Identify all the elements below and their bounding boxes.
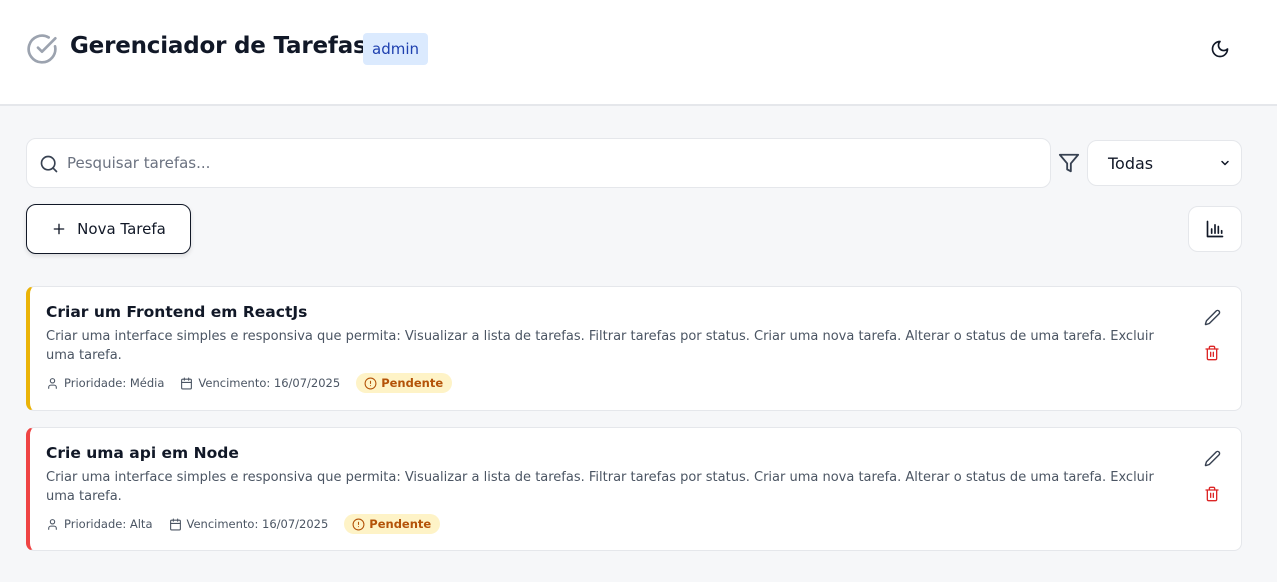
task-description: Criar uma interface simples e responsiva…: [46, 470, 1154, 504]
status-filter-select[interactable]: Todas: [1087, 140, 1242, 186]
delete-task-button[interactable]: [1201, 483, 1223, 505]
theme-toggle-button[interactable]: [1200, 29, 1240, 69]
stats-button[interactable]: [1188, 206, 1242, 252]
search-input[interactable]: [67, 140, 1037, 186]
new-task-label: Nova Tarefa: [77, 220, 166, 238]
status-text: Pendente: [381, 376, 444, 390]
user-icon: [48, 518, 57, 530]
task-description: Criar uma interface simples e responsiva…: [46, 329, 1154, 363]
status-text: Pendente: [369, 517, 432, 531]
pencil-icon: [1204, 450, 1220, 466]
priority-text: Prioridade: Alta: [64, 517, 153, 531]
chevron-down-icon: [1221, 160, 1229, 166]
task-meta: Prioridade: Média Vencimento: 16/07/2025…: [46, 373, 453, 393]
due-date-text: Vencimento: 16/07/2025: [198, 376, 341, 390]
task-card: Criar um Frontend em ReactJs Criar uma i…: [26, 286, 1242, 411]
task-due-date: Vencimento: 16/07/2025: [180, 376, 340, 390]
edit-task-button[interactable]: [1201, 306, 1223, 328]
search-box: [26, 138, 1051, 188]
task-title: Crie uma api em Node: [46, 444, 239, 462]
task-title: Criar um Frontend em ReactJs: [46, 303, 308, 321]
calendar-icon: [169, 518, 181, 530]
app-header: Gerenciador de Tarefas admin: [0, 0, 1277, 106]
task-priority: Prioridade: Alta: [46, 517, 153, 531]
new-task-button[interactable]: Nova Tarefa: [26, 204, 191, 254]
task-card: Crie uma api em Node Criar uma interface…: [26, 427, 1242, 551]
calendar-icon: [181, 377, 193, 389]
alert-circle-icon: [352, 518, 365, 530]
task-meta: Prioridade: Alta Vencimento: 16/07/2025 …: [46, 514, 441, 534]
alert-circle-icon: [364, 377, 377, 389]
edit-task-button[interactable]: [1201, 447, 1223, 469]
user-role-badge: admin: [363, 33, 428, 65]
page-title: Gerenciador de Tarefas: [70, 33, 367, 59]
due-date-text: Vencimento: 16/07/2025: [186, 517, 329, 531]
check-circle-icon: [27, 34, 57, 64]
trash-icon: [1205, 486, 1219, 502]
pencil-icon: [1204, 309, 1220, 325]
bar-chart-icon: [1206, 220, 1224, 238]
task-due-date: Vencimento: 16/07/2025: [169, 517, 329, 531]
status-filter-value: Todas: [1108, 153, 1154, 173]
task-priority: Prioridade: Média: [46, 376, 164, 390]
priority-text: Prioridade: Média: [64, 376, 165, 390]
moon-icon: [1211, 40, 1229, 58]
user-icon: [48, 377, 57, 389]
trash-icon: [1205, 345, 1219, 361]
plus-icon: [53, 223, 65, 235]
status-badge: Pendente: [356, 373, 453, 393]
status-badge: Pendente: [344, 514, 441, 534]
filter-icon[interactable]: [1058, 152, 1080, 174]
delete-task-button[interactable]: [1201, 342, 1223, 364]
search-icon: [40, 155, 58, 173]
